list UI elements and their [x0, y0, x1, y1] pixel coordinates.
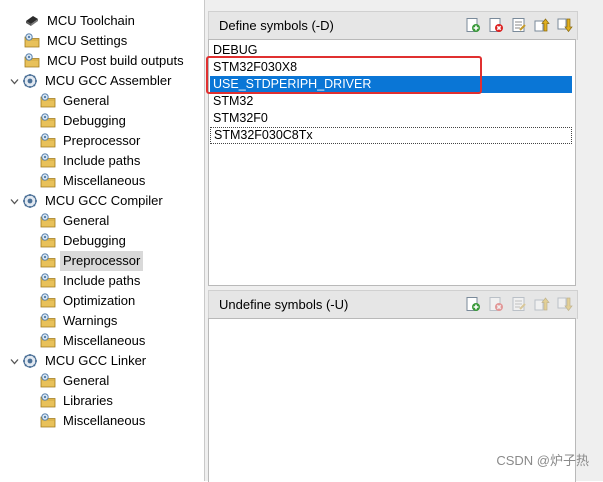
move-down-icon [557, 18, 573, 36]
define-add-button[interactable] [465, 17, 481, 33]
tree-item-label: MCU GCC Compiler [45, 193, 163, 208]
tree-item-miscellaneous[interactable]: Miscellaneous [40, 171, 148, 191]
tree-item-include-paths[interactable]: Include paths [40, 271, 143, 291]
tree-item-label: General [63, 213, 110, 228]
tree-item-mcu-post-build-outputs[interactable]: MCU Post build outputs [24, 51, 187, 71]
chevron-down-icon[interactable] [8, 191, 20, 211]
tree-item-miscellaneous[interactable]: Miscellaneous [40, 411, 148, 431]
tree-item-label: General [63, 93, 110, 108]
settings-folder-icon [40, 413, 56, 429]
settings-folder-icon [40, 113, 56, 129]
settings-tree: MCU Toolchain MCU Settings MCU Post build … [0, 0, 205, 481]
delete-icon [488, 297, 504, 315]
tree-item-label: MCU Post build outputs [47, 53, 184, 68]
undefine-move-up-button[interactable] [534, 296, 550, 312]
chip-icon [24, 13, 40, 29]
edit-icon [511, 297, 527, 315]
move-up-icon [534, 18, 550, 36]
undefine-move-down-button[interactable] [557, 296, 573, 312]
tree-item-mcu-gcc-linker[interactable]: MCU GCC Linker [8, 351, 149, 371]
tree-item-label: Debugging [63, 233, 126, 248]
settings-folder-icon [40, 373, 56, 389]
add-icon [465, 18, 481, 36]
define-edit-button[interactable] [511, 17, 527, 33]
define-move-up-button[interactable] [534, 17, 550, 33]
tree-item-label: Include paths [63, 273, 141, 288]
define-symbols-header: Define symbols (-D) [208, 11, 578, 40]
tree-item-miscellaneous[interactable]: Miscellaneous [40, 331, 148, 351]
tree-item-label: Preprocessor [63, 133, 141, 148]
settings-folder-icon [40, 173, 56, 189]
move-up-icon [534, 297, 550, 315]
define-symbol-item[interactable]: STM32 [210, 93, 572, 110]
undefine-symbols-toolbar [458, 296, 573, 312]
define-symbol-item[interactable]: STM32F0 [210, 110, 572, 127]
settings-folder-icon [40, 273, 56, 289]
define-move-down-button[interactable] [557, 17, 573, 33]
tree-item-label: Miscellaneous [63, 413, 146, 428]
tree-item-label: Preprocessor [60, 251, 144, 271]
chevron-down-icon[interactable] [8, 71, 20, 91]
define-symbols-title: Define symbols (-D) [219, 18, 334, 33]
tool-gear-icon [22, 353, 38, 369]
delete-icon [488, 18, 504, 36]
tree-item-label: Optimization [63, 293, 136, 308]
define-symbols-toolbar [458, 17, 573, 33]
settings-folder-icon [24, 33, 40, 49]
tree-item-label: Miscellaneous [63, 173, 146, 188]
undefine-symbols-title: Undefine symbols (-U) [219, 297, 349, 312]
settings-folder-icon [40, 153, 56, 169]
undefine-symbols-header: Undefine symbols (-U) [208, 290, 578, 319]
tree-item-mcu-toolchain[interactable]: MCU Toolchain [24, 11, 138, 31]
tool-gear-icon [22, 193, 38, 209]
tree-item-debugging[interactable]: Debugging [40, 111, 129, 131]
annotation-highlight-rect [206, 56, 482, 94]
watermark: CSDN @炉子热 [496, 453, 589, 468]
settings-folder-icon [40, 393, 56, 409]
tree-item-label: Libraries [63, 393, 113, 408]
chevron-down-icon[interactable] [8, 351, 20, 371]
settings-folder-icon [40, 333, 56, 349]
settings-folder-icon [24, 53, 40, 69]
settings-folder-icon [40, 213, 56, 229]
tree-item-include-paths[interactable]: Include paths [40, 151, 143, 171]
tree-item-general[interactable]: General [40, 371, 112, 391]
tree-item-debugging[interactable]: Debugging [40, 231, 129, 251]
settings-folder-icon [40, 93, 56, 109]
tree-item-general[interactable]: General [40, 211, 112, 231]
move-down-icon [557, 297, 573, 315]
tree-item-label: MCU Toolchain [47, 13, 135, 28]
edit-icon [511, 18, 527, 36]
add-icon [465, 297, 481, 315]
define-delete-button[interactable] [488, 17, 504, 33]
tree-item-label: MCU GCC Assembler [45, 73, 172, 88]
tree-item-label: MCU Settings [47, 33, 128, 48]
tree-item-label: General [63, 373, 110, 388]
tree-item-preprocessor[interactable]: Preprocessor [40, 131, 143, 151]
settings-folder-icon [40, 293, 56, 309]
define-symbol-item[interactable]: STM32F030C8Tx [210, 127, 572, 144]
settings-folder-icon [40, 233, 56, 249]
tree-item-mcu-gcc-compiler[interactable]: MCU GCC Compiler [8, 191, 166, 211]
tool-gear-icon [22, 73, 38, 89]
tree-item-label: Miscellaneous [63, 333, 146, 348]
tree-item-mcu-settings[interactable]: MCU Settings [24, 31, 130, 51]
tree-item-optimization[interactable]: Optimization [40, 291, 138, 311]
undefine-delete-button[interactable] [488, 296, 504, 312]
tree-item-general[interactable]: General [40, 91, 112, 111]
tree-item-warnings[interactable]: Warnings [40, 311, 120, 331]
tree-item-libraries[interactable]: Libraries [40, 391, 116, 411]
tree-item-label: Debugging [63, 113, 126, 128]
tree-item-label: MCU GCC Linker [45, 353, 147, 368]
tree-item-label: Include paths [63, 153, 141, 168]
settings-folder-icon [40, 313, 56, 329]
tree-item-mcu-gcc-assembler[interactable]: MCU GCC Assembler [8, 71, 174, 91]
settings-folder-icon [40, 253, 56, 269]
settings-folder-icon [40, 133, 56, 149]
tree-item-preprocessor[interactable]: Preprocessor [40, 251, 144, 271]
undefine-add-button[interactable] [465, 296, 481, 312]
undefine-edit-button[interactable] [511, 296, 527, 312]
tree-item-label: Warnings [63, 313, 118, 328]
